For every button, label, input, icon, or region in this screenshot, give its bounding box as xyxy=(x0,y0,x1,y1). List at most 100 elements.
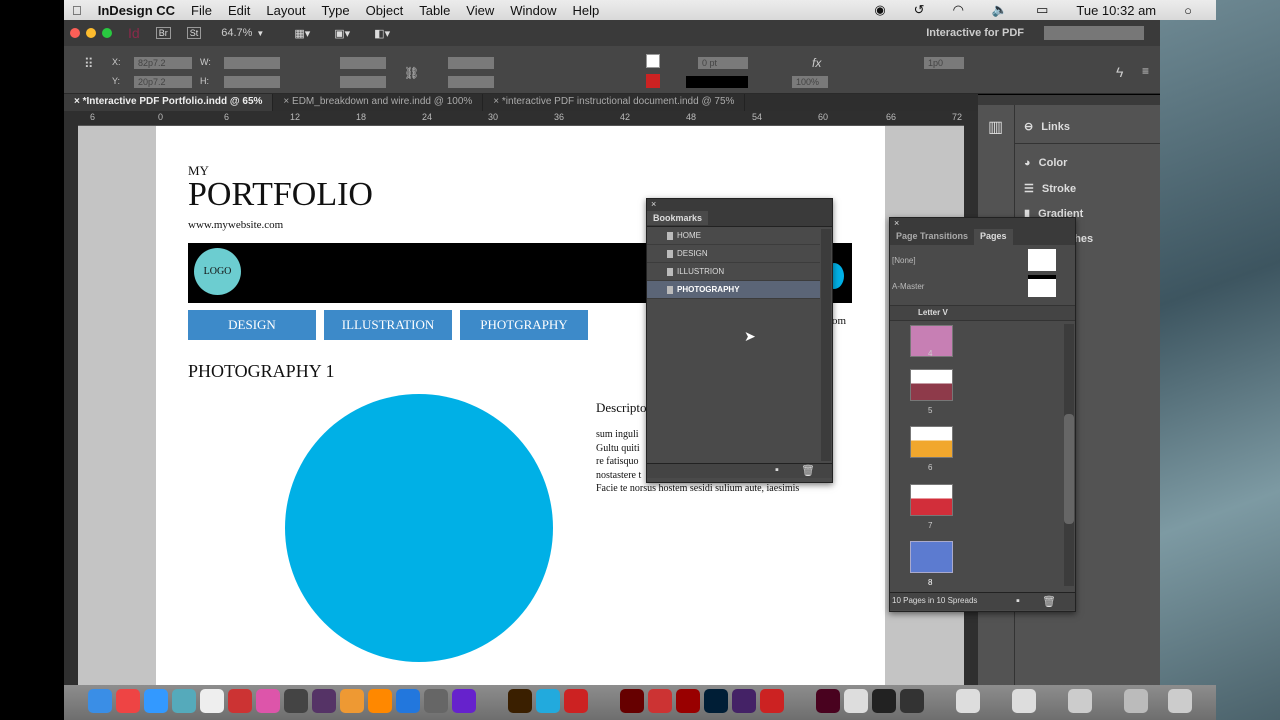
tab-portfolio[interactable]: × *Interactive PDF Portfolio.indd @ 65% xyxy=(64,94,274,111)
effects-icon[interactable]: fx xyxy=(812,56,821,70)
word-icon[interactable] xyxy=(396,689,420,713)
tab-pages[interactable]: Pages xyxy=(974,229,1013,245)
bookmark-illustrion[interactable]: ILLUSTRION xyxy=(647,263,820,281)
height-field[interactable] xyxy=(224,76,280,88)
view-options-icon[interactable]: ▦▾ xyxy=(294,27,310,40)
system-preferences-icon[interactable] xyxy=(424,689,448,713)
document-icon[interactable] xyxy=(1068,689,1092,713)
zoom-level-dropdown[interactable]: 64.7% xyxy=(221,27,252,39)
x-field[interactable]: 82p7.2 xyxy=(134,57,192,69)
search-input[interactable] xyxy=(1044,26,1144,40)
calendar-icon[interactable] xyxy=(200,689,224,713)
offset-field[interactable]: 1p0 xyxy=(924,57,964,69)
page-thumbnail-selected[interactable] xyxy=(910,541,953,573)
quicktime-icon[interactable] xyxy=(536,689,560,713)
bookmark-photography[interactable]: PHOTOGRAPHY xyxy=(647,281,820,299)
menu-app[interactable]: InDesign CC xyxy=(90,3,183,18)
clock[interactable]: Tue 10:32 am xyxy=(1068,3,1164,18)
menu-window[interactable]: Window xyxy=(502,3,564,18)
library-icon[interactable]: ▥ xyxy=(988,117,1003,137)
chrome-icon[interactable] xyxy=(116,689,140,713)
trash-icon[interactable] xyxy=(1168,689,1192,713)
itunes-icon[interactable] xyxy=(256,689,280,713)
pages-scrollbar[interactable] xyxy=(1064,324,1074,586)
opacity-field[interactable]: 100% xyxy=(792,76,828,88)
menu-view[interactable]: View xyxy=(458,3,502,18)
document-icon[interactable] xyxy=(872,689,896,713)
menu-type[interactable]: Type xyxy=(313,3,357,18)
screen-mode-icon[interactable]: ▣▾ xyxy=(334,27,350,40)
time-machine-icon[interactable]: ↺ xyxy=(906,2,933,18)
scale-y-field[interactable] xyxy=(340,76,386,88)
app-store-icon[interactable] xyxy=(172,689,196,713)
new-page-icon[interactable]: ▪ xyxy=(1016,595,1020,607)
zoom-window-button[interactable] xyxy=(102,28,112,38)
document-icon[interactable] xyxy=(1124,689,1148,713)
close-panel-button[interactable]: × xyxy=(647,199,832,211)
battery-icon[interactable]: ▭ xyxy=(1028,2,1056,18)
horizontal-ruler[interactable]: 6 0 6 12 18 24 30 36 42 48 54 60 66 72 xyxy=(78,111,964,126)
menu-layout[interactable]: Layout xyxy=(258,3,313,18)
y-field[interactable]: 20p7.2 xyxy=(134,76,192,88)
wifi-icon[interactable]: ◠ xyxy=(945,2,972,18)
minimize-window-button[interactable] xyxy=(86,28,96,38)
record-icon[interactable]: ◉ xyxy=(866,2,893,18)
flash-icon[interactable] xyxy=(676,689,700,713)
acrobat-pro-icon[interactable] xyxy=(648,689,672,713)
photoshop-icon[interactable] xyxy=(704,689,728,713)
stroke-type-dropdown[interactable] xyxy=(686,76,748,88)
ibooks-icon[interactable] xyxy=(368,689,392,713)
page-thumbnail[interactable] xyxy=(910,369,953,401)
nav-design-button[interactable]: DESIGN xyxy=(188,310,316,340)
menu-file[interactable]: File xyxy=(183,3,220,18)
arrange-documents-icon[interactable]: ◧▾ xyxy=(374,27,390,40)
spotlight-icon[interactable]: ○ xyxy=(1176,3,1200,18)
page-size-dropdown[interactable]: Letter V xyxy=(918,308,948,317)
menu-help[interactable]: Help xyxy=(565,3,608,18)
constrain-link-icon[interactable]: ⛓ xyxy=(404,66,419,80)
bridge-button[interactable]: Br xyxy=(155,27,171,39)
page-thumbnail[interactable] xyxy=(910,426,953,458)
audio-app-icon[interactable] xyxy=(284,689,308,713)
tab-instructional[interactable]: × *interactive PDF instructional documen… xyxy=(483,94,746,111)
acrobat-icon[interactable] xyxy=(564,689,588,713)
vertical-ruler[interactable] xyxy=(64,111,78,685)
scale-x-field[interactable] xyxy=(340,57,386,69)
document-icon[interactable] xyxy=(844,689,868,713)
master-thumbnail[interactable] xyxy=(1028,275,1056,297)
close-panel-button[interactable]: × xyxy=(890,218,1075,229)
menu-table[interactable]: Table xyxy=(411,3,458,18)
tab-edm[interactable]: × EDM_breakdown and wire.indd @ 100% xyxy=(273,94,484,111)
trash-icon[interactable]: 🗑 xyxy=(801,464,815,477)
premiere-icon[interactable] xyxy=(312,689,336,713)
fill-swatch[interactable] xyxy=(646,54,660,68)
close-window-button[interactable] xyxy=(70,28,80,38)
rotation-field[interactable] xyxy=(448,57,494,69)
illustrator-icon[interactable] xyxy=(508,689,532,713)
page-thumbnail[interactable] xyxy=(910,484,953,516)
stroke-swatch[interactable] xyxy=(646,74,660,88)
volume-icon[interactable]: 🔈 xyxy=(984,2,1016,18)
panel-color[interactable]: ◕ Color xyxy=(1024,157,1067,169)
imovie-icon[interactable] xyxy=(452,689,476,713)
document-icon[interactable] xyxy=(900,689,924,713)
master-a[interactable]: A-Master xyxy=(892,282,924,291)
nav-photography-button[interactable]: PHOTGRAPHY xyxy=(460,310,588,340)
safari-icon[interactable] xyxy=(144,689,168,713)
apple-icon[interactable]:  xyxy=(64,3,90,18)
bookmarks-scrollbar[interactable] xyxy=(821,229,831,461)
bookmark-design[interactable]: DESIGN xyxy=(647,245,820,263)
document-icon[interactable] xyxy=(956,689,980,713)
tab-bookmarks[interactable]: Bookmarks xyxy=(647,211,709,225)
panel-menu-icon[interactable]: ≡ xyxy=(1142,64,1149,78)
indesign-icon[interactable] xyxy=(816,689,840,713)
width-field[interactable] xyxy=(224,57,280,69)
menu-object[interactable]: Object xyxy=(358,3,412,18)
finder-icon[interactable] xyxy=(88,689,112,713)
quick-apply-icon[interactable]: ϟ xyxy=(1116,64,1123,80)
workspace-switcher[interactable]: Interactive for PDF xyxy=(926,27,1024,39)
premiere-pro-icon[interactable] xyxy=(732,689,756,713)
shear-field[interactable] xyxy=(448,76,494,88)
tab-page-transitions[interactable]: Page Transitions xyxy=(890,229,974,245)
reference-point-icon[interactable]: ⠿ xyxy=(84,56,94,72)
